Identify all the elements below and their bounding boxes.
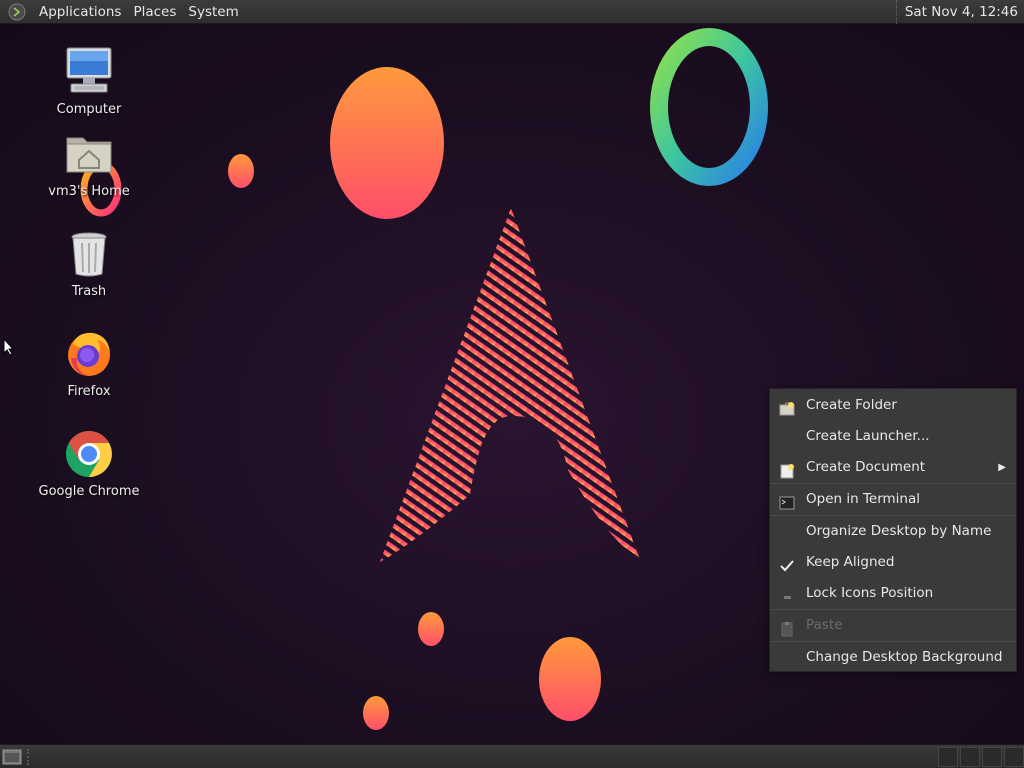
paste-icon — [779, 618, 795, 637]
orb-small-3 — [363, 696, 389, 730]
desktop-icon-label: Trash — [71, 284, 107, 299]
computer-icon — [63, 46, 115, 98]
desktop-icon-label: Computer — [56, 102, 122, 117]
desktop-icon-label: Firefox — [67, 384, 111, 399]
workspace-switcher-2[interactable] — [960, 747, 980, 767]
submenu-arrow-icon: ▶ — [998, 462, 1006, 473]
workspace-switcher-1[interactable] — [938, 747, 958, 767]
mate-logo-icon[interactable] — [6, 1, 28, 23]
menu-item-create-document[interactable]: Create Document ▶ — [770, 452, 1016, 483]
desktop-icon-home[interactable]: vm3's Home — [29, 128, 149, 199]
desktop-icon-chrome[interactable]: Google Chrome — [29, 428, 149, 499]
trash-icon — [63, 228, 115, 280]
menu-item-lock-icons[interactable]: Lock Icons Position — [770, 578, 1016, 609]
menu-item-open-terminal[interactable]: Open in Terminal — [770, 484, 1016, 515]
menu-item-create-launcher[interactable]: Create Launcher... — [770, 421, 1016, 452]
firefox-icon — [63, 328, 115, 380]
mouse-pointer-icon — [3, 338, 15, 356]
orb-small-2 — [418, 612, 444, 646]
desktop-context-menu: Create Folder Create Launcher... Create … — [769, 388, 1017, 672]
new-folder-icon — [779, 398, 795, 416]
menu-item-paste[interactable]: Paste — [770, 610, 1016, 641]
new-document-icon — [779, 460, 795, 479]
home-folder-icon — [63, 128, 115, 180]
orb-medium — [539, 637, 601, 721]
menu-places[interactable]: Places — [127, 0, 182, 24]
menu-system[interactable]: System — [182, 0, 244, 24]
orb-large — [330, 67, 444, 219]
panel-drag-handle[interactable] — [27, 749, 31, 765]
menu-item-keep-aligned[interactable]: Keep Aligned — [770, 547, 1016, 578]
chrome-icon — [63, 428, 115, 480]
desktop[interactable]: Computer vm3's Home Trash Firefox Google… — [0, 24, 1024, 744]
top-panel: Applications Places System Sat Nov 4, 12… — [0, 0, 1024, 24]
desktop-icon-trash[interactable]: Trash — [29, 228, 149, 299]
desktop-icon-firefox[interactable]: Firefox — [29, 328, 149, 399]
clock[interactable]: Sat Nov 4, 12:46 — [895, 0, 1018, 24]
desktop-icon-computer[interactable]: Computer — [29, 46, 149, 117]
menu-applications[interactable]: Applications — [33, 0, 127, 24]
ring-large — [650, 28, 768, 186]
workspace-switcher-4[interactable] — [1004, 747, 1024, 767]
unchecked-dash-icon — [779, 586, 795, 602]
menu-item-organize-by-name[interactable]: Organize Desktop by Name — [770, 516, 1016, 547]
menu-item-change-background[interactable]: Change Desktop Background — [770, 642, 1016, 673]
desktop-icon-label: vm3's Home — [48, 184, 130, 199]
arch-logo — [380, 208, 640, 562]
terminal-icon — [779, 492, 795, 510]
bottom-panel — [0, 744, 1024, 768]
show-desktop-icon[interactable] — [2, 748, 22, 766]
workspace-switcher-3[interactable] — [982, 747, 1002, 767]
orb-small-1 — [228, 154, 254, 188]
desktop-icon-label: Google Chrome — [38, 484, 140, 499]
menu-item-create-folder[interactable]: Create Folder — [770, 390, 1016, 421]
checkmark-icon — [779, 555, 795, 572]
